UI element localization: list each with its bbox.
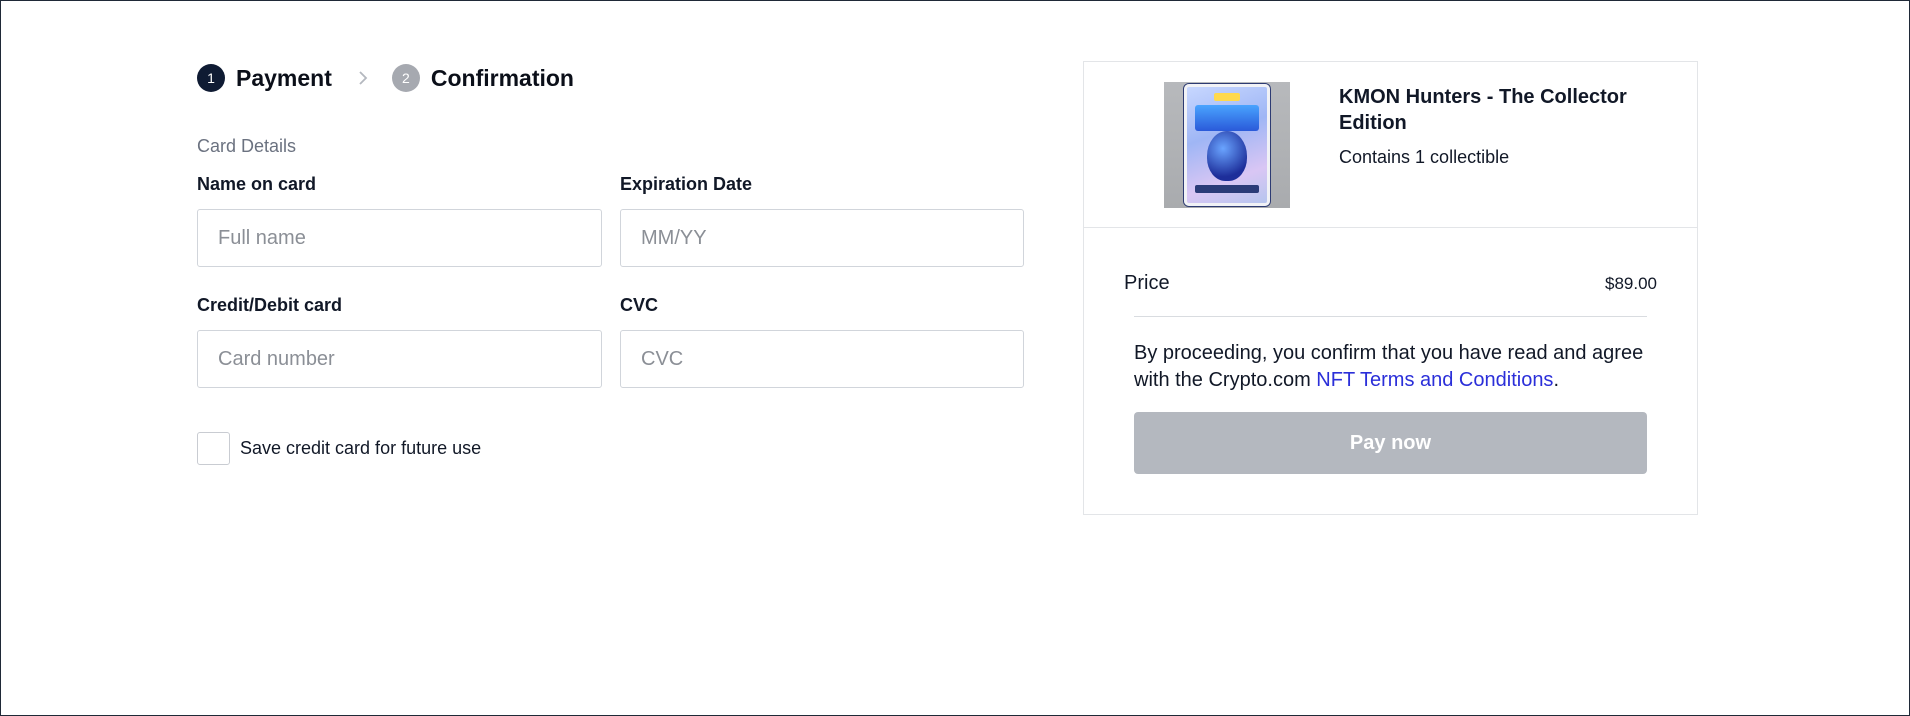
chevron-right-icon: [358, 70, 368, 86]
price-label: Price: [1124, 272, 1170, 294]
order-summary-card: KMON Hunters - The Collector Edition Con…: [1083, 61, 1698, 515]
cvc-label: CVC: [620, 295, 659, 315]
step-label: Payment: [236, 64, 332, 91]
step-label: Confirmation: [430, 64, 574, 91]
card-number-label: Credit/Debit card: [197, 295, 343, 315]
save-card-row: Save credit card for future use: [197, 432, 481, 465]
divider: [1134, 316, 1647, 317]
product-title: KMON Hunters - The Collector Edition: [1339, 86, 1627, 134]
terms-link[interactable]: NFT Terms and Conditions: [1316, 369, 1553, 391]
step-number-badge: 1: [197, 64, 225, 92]
expiration-date-label: Expiration Date: [620, 174, 753, 194]
product-subtitle: Contains 1 collectible: [1339, 147, 1510, 167]
save-card-checkbox[interactable]: [197, 432, 230, 465]
product-thumbnail: [1164, 82, 1290, 208]
terms-suffix: .: [1553, 369, 1559, 391]
step-payment: 1 Payment: [197, 64, 332, 92]
step-confirmation: 2 Confirmation: [391, 64, 574, 92]
product-section: KMON Hunters - The Collector Edition Con…: [1084, 62, 1697, 228]
price-value: $89.00: [1605, 273, 1657, 293]
name-on-card-input[interactable]: [197, 209, 602, 267]
save-card-label[interactable]: Save credit card for future use: [240, 438, 481, 459]
step-number-badge: 2: [391, 64, 420, 92]
checkout-stepper: 1 Payment 2 Confirmation: [197, 63, 574, 93]
card-number-input[interactable]: [197, 330, 602, 388]
card-details-heading: Card Details: [197, 136, 297, 156]
cvc-input[interactable]: [620, 330, 1024, 388]
price-row: Price $89.00: [1124, 272, 1657, 295]
expiration-date-input[interactable]: [620, 209, 1024, 267]
terms-text: By proceeding, you confirm that you have…: [1134, 340, 1654, 394]
name-on-card-label: Name on card: [197, 174, 317, 194]
pay-now-button[interactable]: Pay now: [1134, 412, 1647, 474]
collectible-card-image: [1184, 84, 1270, 206]
